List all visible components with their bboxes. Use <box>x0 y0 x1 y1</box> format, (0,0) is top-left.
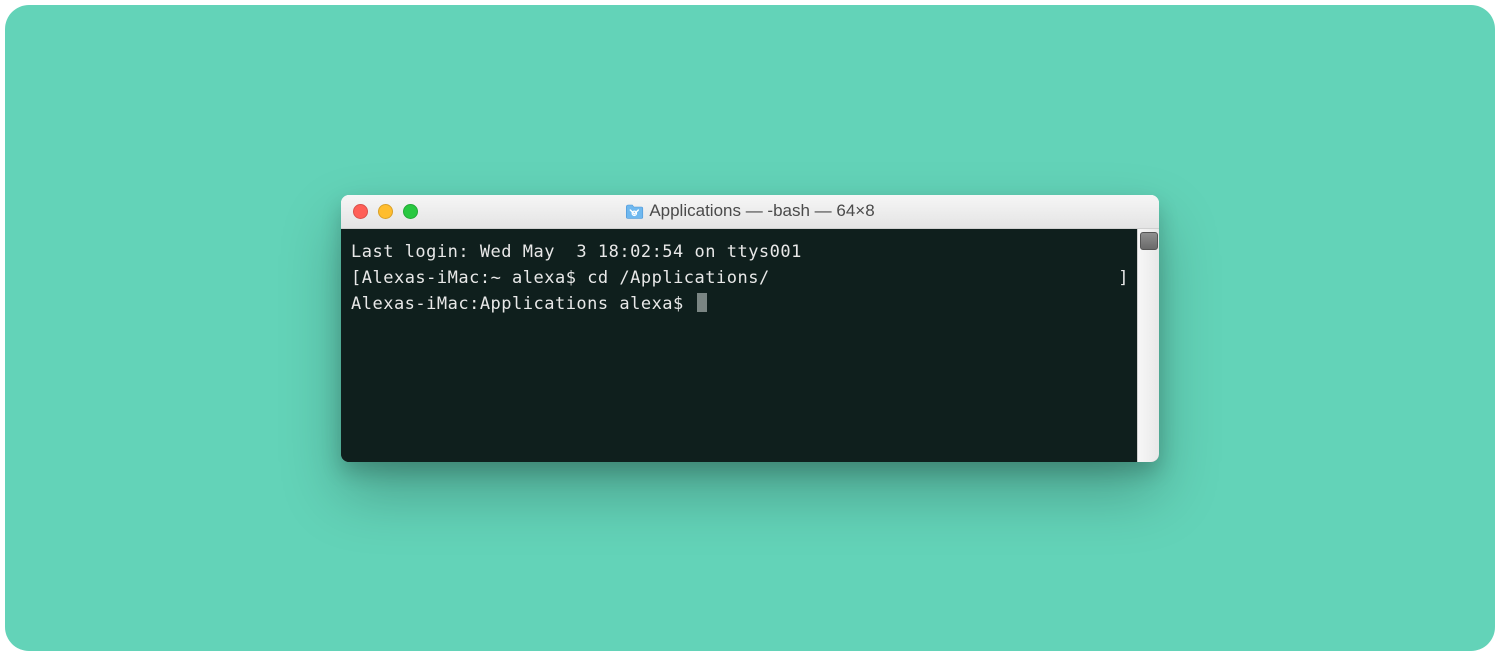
terminal-area: Last login: Wed May 3 18:02:54 on ttys00… <box>341 229 1159 462</box>
terminal-line-command: [Alexas-iMac:~ alexa$ cd /Applications/] <box>351 265 1129 291</box>
window-title-group: Applications — -bash — 64×8 <box>625 201 874 221</box>
prompt-current: Alexas-iMac:Applications alexa$ <box>351 294 695 314</box>
bracket-close: ] <box>1118 265 1129 291</box>
folder-icon <box>625 204 643 219</box>
minimize-button[interactable] <box>378 204 393 219</box>
scroll-thumb[interactable] <box>1140 232 1158 250</box>
command-text: cd /Applications/ <box>587 268 770 288</box>
close-button[interactable] <box>353 204 368 219</box>
cursor-icon <box>697 293 707 312</box>
background-stage: Applications — -bash — 64×8 Last login: … <box>5 5 1495 651</box>
prompt-previous: Alexas-iMac:~ alexa$ <box>362 268 587 288</box>
bracket-open: [ <box>351 268 362 288</box>
window-title: Applications — -bash — 64×8 <box>649 201 874 221</box>
traffic-lights <box>353 204 418 219</box>
terminal-window: Applications — -bash — 64×8 Last login: … <box>341 195 1159 462</box>
scrollbar-vertical[interactable] <box>1137 229 1159 462</box>
window-titlebar[interactable]: Applications — -bash — 64×8 <box>341 195 1159 229</box>
terminal-body[interactable]: Last login: Wed May 3 18:02:54 on ttys00… <box>341 229 1137 462</box>
terminal-line-current: Alexas-iMac:Applications alexa$ <box>351 291 1129 317</box>
maximize-button[interactable] <box>403 204 418 219</box>
terminal-line-login: Last login: Wed May 3 18:02:54 on ttys00… <box>351 239 1129 265</box>
